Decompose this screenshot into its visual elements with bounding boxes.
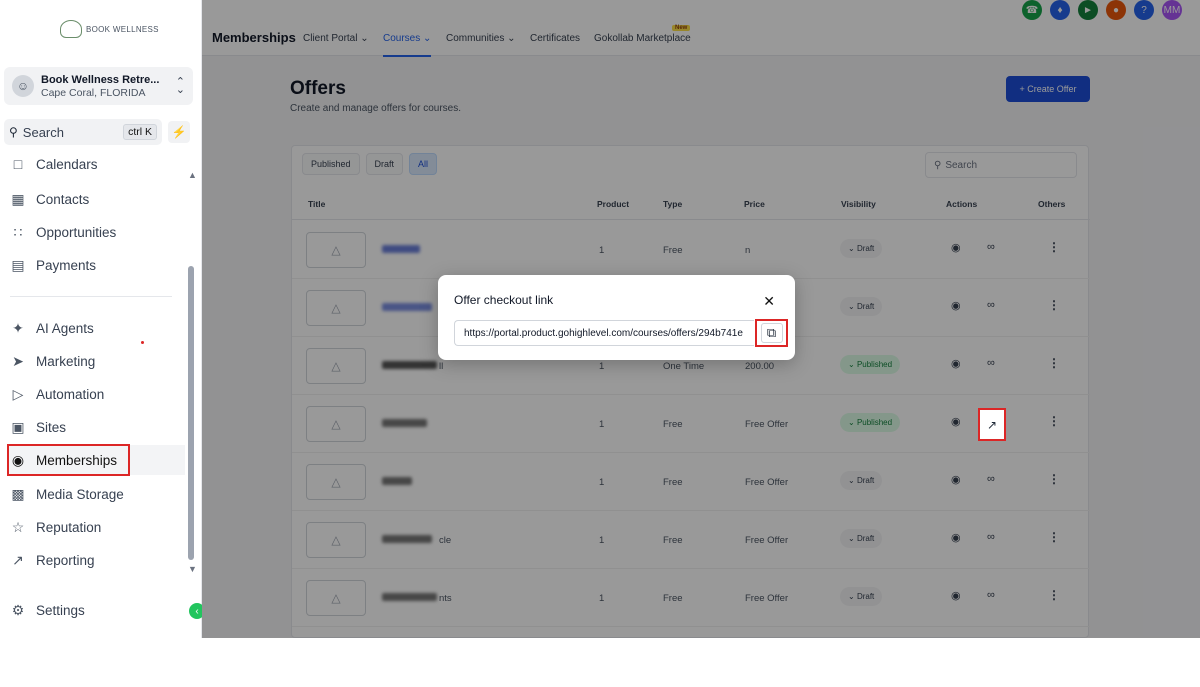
sidebar-item-label: Contacts	[36, 191, 90, 207]
close-icon[interactable]: ✕	[763, 293, 775, 310]
search-label: Search	[22, 124, 64, 140]
contacts-icon: ▦	[11, 190, 25, 207]
star-icon: ☆	[11, 518, 25, 535]
sidebar-item-payments[interactable]: ▤ Payments	[7, 250, 98, 280]
sidebar-item-media-storage[interactable]: ▩ Media Storage	[7, 479, 126, 509]
offer-link-modal: Offer checkout link ✕ ⧉	[438, 275, 795, 360]
sidebar: BOOK WELLNESS ☺ Book Wellness Retre... C…	[0, 0, 205, 638]
sidebar-item-reporting[interactable]: ↗ Reporting	[7, 545, 97, 575]
logo-text: BOOK WELLNESS	[86, 24, 159, 34]
sidebar-item-reputation[interactable]: ☆ Reputation	[7, 512, 103, 542]
automation-icon: ▷	[12, 385, 24, 402]
app-root: BOOK WELLNESS ☺ Book Wellness Retre... C…	[0, 0, 1200, 638]
sidebar-item-marketing[interactable]: ➤ Marketing	[7, 346, 97, 376]
image-icon: ▩	[11, 485, 25, 502]
payments-icon: ▤	[11, 256, 25, 273]
sidebar-item-label: Marketing	[36, 353, 96, 369]
sidebar-divider	[10, 296, 172, 297]
sidebar-item-label: Media Storage	[36, 486, 124, 502]
sidebar-item-opportunities[interactable]: ∷ Opportunities	[7, 217, 118, 247]
scroll-down-arrow-icon[interactable]: ▼	[188, 564, 197, 574]
scroll-up-arrow-icon[interactable]: ▲	[188, 170, 197, 180]
chevron-updown-icon: ⌃ ⌄	[175, 76, 185, 96]
external-link-icon: ↗	[986, 417, 998, 432]
notification-dot	[141, 341, 144, 344]
location-switcher[interactable]: ☺ Book Wellness Retre... Cape Coral, FLO…	[4, 67, 193, 105]
sidebar-item-calendars[interactable]: □ Calendars	[7, 152, 100, 172]
sidebar-item-label: Reporting	[36, 552, 95, 568]
modal-title: Offer checkout link	[454, 293, 554, 307]
sidebar-item-automation[interactable]: ▷ Automation	[7, 379, 106, 409]
checkout-link-field[interactable]	[454, 320, 754, 346]
calendar-icon: □	[13, 156, 23, 172]
sidebar-item-sites[interactable]: ▣ Sites	[7, 412, 68, 442]
send-icon: ➤	[12, 352, 24, 369]
sidebar-item-ai-agents[interactable]: ✦ AI Agents	[7, 313, 96, 343]
location-address: Cape Coral, FLORIDA	[41, 86, 146, 99]
location-name: Book Wellness Retre...	[41, 73, 160, 86]
sidebar-item-label: Calendars	[36, 157, 98, 172]
sidebar-item-label: Automation	[36, 386, 105, 402]
trend-icon: ↗	[12, 551, 24, 568]
sidebar-item-settings[interactable]: ⚙ Settings	[7, 595, 87, 625]
sidebar-item-label: AI Agents	[36, 320, 94, 336]
sidebar-item-contacts[interactable]: ▦ Contacts	[7, 184, 91, 214]
sidebar-item-label: Settings	[36, 602, 85, 618]
search-shortcut: ctrl K	[123, 124, 157, 140]
memberships-highlight	[7, 444, 130, 476]
opportunities-icon: ∷	[13, 223, 23, 240]
copy-link-action-highlight[interactable]: ↗	[978, 408, 1006, 441]
sparkle-icon: ✦	[12, 319, 24, 336]
sidebar-item-label: Sites	[36, 419, 67, 435]
sites-icon: ▣	[11, 418, 25, 435]
sidebar-search[interactable]: ⚲ Search ctrl K	[4, 119, 162, 145]
sidebar-item-label: Reputation	[36, 519, 102, 535]
copy-link-button[interactable]: ⧉	[755, 319, 788, 347]
logo-mark-icon	[60, 20, 82, 38]
search-icon: ⚲	[9, 125, 18, 139]
sidebar-item-label: Opportunities	[36, 224, 117, 240]
gear-icon: ⚙	[11, 601, 25, 618]
copy-icon: ⧉	[760, 323, 783, 343]
quick-action-bolt-icon[interactable]: ⚡	[168, 121, 190, 143]
user-icon: ☺	[12, 75, 34, 97]
sidebar-item-label: Payments	[36, 257, 97, 273]
brand-logo: BOOK WELLNESS	[60, 20, 159, 38]
sidebar-scrollbar[interactable]	[188, 266, 194, 560]
